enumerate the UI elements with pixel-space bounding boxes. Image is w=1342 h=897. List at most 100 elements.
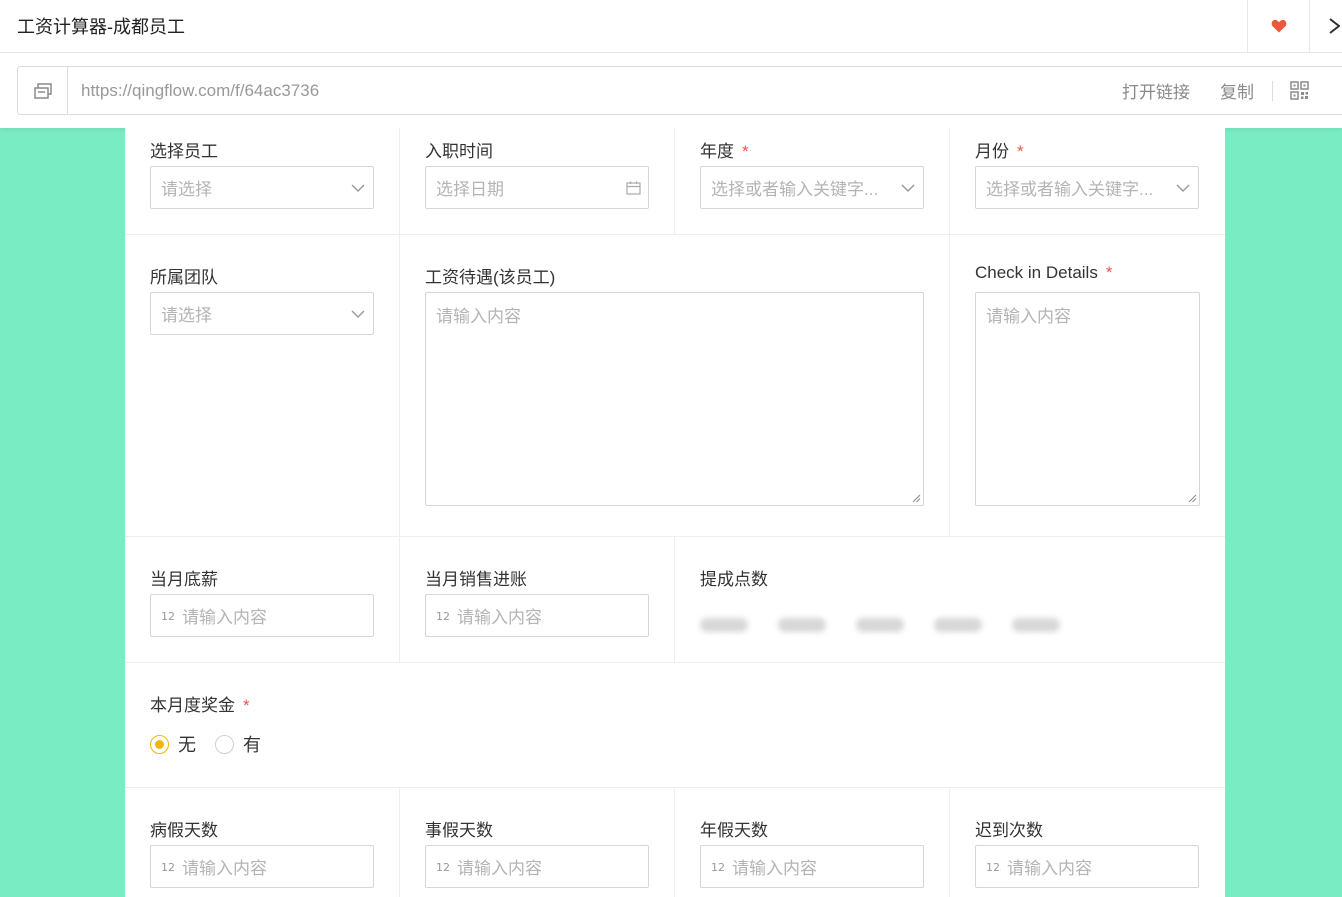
date-placeholder: 选择日期 [436, 180, 504, 199]
close-button[interactable] [1309, 0, 1342, 53]
textarea-placeholder: 请输入内容 [986, 307, 1071, 326]
window-title: 工资计算器-成都员工 [17, 17, 185, 37]
qr-code-button[interactable] [1290, 81, 1309, 100]
field-sick-days: 病假天数 123 请输入内容 [125, 788, 400, 897]
commission-options-blurred[interactable] [700, 612, 1110, 638]
team-select[interactable]: 请选择 [150, 292, 374, 335]
month-select[interactable]: 选择或者输入关键字... [975, 166, 1199, 209]
select-placeholder: 请选择 [161, 306, 212, 325]
field-hire-date: 入职时间 选择日期 [400, 128, 675, 234]
field-label: 当月底薪 [150, 570, 218, 589]
divider [1272, 80, 1273, 101]
field-late-count: 迟到次数 123 请输入内容 [950, 788, 1225, 897]
resize-grip-icon[interactable] [1188, 494, 1197, 503]
share-link-bar: https://qingflow.com/f/64ac3736 打开链接 复制 [0, 53, 1342, 128]
label-text: Check in Details [975, 263, 1098, 282]
bonus-radio-group: 无 有 [150, 731, 280, 757]
radio-option-yes[interactable]: 有 [215, 731, 261, 757]
personal-days-input[interactable]: 123 请输入内容 [425, 845, 649, 888]
window-copy-icon [33, 82, 52, 99]
field-label: 月份 * [975, 137, 1024, 162]
svg-text:123: 123 [436, 610, 451, 622]
required-mark: * [243, 696, 250, 715]
chevron-down-icon [343, 184, 373, 192]
svg-text:123: 123 [436, 861, 451, 873]
field-label: 年假天数 [700, 821, 768, 840]
select-placeholder: 选择或者输入关键字... [711, 180, 879, 199]
resize-grip-icon[interactable] [912, 494, 921, 503]
salary-form: 选择员工 请选择 入职时间 选择日期 年度 * 选择或者输入关键字... 月份 … [125, 128, 1225, 897]
chevron-down-icon [1168, 184, 1198, 192]
field-label: 本月度奖金 * [150, 691, 250, 716]
copy-button[interactable]: 复制 [1220, 78, 1254, 103]
late-count-input[interactable]: 123 请输入内容 [975, 845, 1199, 888]
number-icon: 123 [426, 609, 451, 622]
textarea-placeholder: 请输入内容 [436, 307, 521, 326]
form-row: 病假天数 123 请输入内容 事假天数 123 请输入内容 年假天数 123 [125, 788, 1225, 897]
form-row: 所属团队 请选择 工资待遇(该员工) 请输入内容 Check in Detail… [125, 235, 1225, 537]
svg-text:123: 123 [161, 861, 176, 873]
year-select[interactable]: 选择或者输入关键字... [700, 166, 924, 209]
blurred-option [778, 618, 826, 632]
input-placeholder: 请输入内容 [457, 859, 542, 878]
chevron-down-icon [893, 184, 923, 192]
field-label: 所属团队 [150, 268, 218, 287]
field-label: 病假天数 [150, 821, 218, 840]
favorite-button[interactable] [1247, 0, 1309, 53]
field-label: 提成点数 [700, 570, 768, 589]
field-label: 当月销售进账 [425, 570, 527, 589]
field-year: 年度 * 选择或者输入关键字... [675, 128, 950, 234]
radio-option-none[interactable]: 无 [150, 731, 196, 757]
field-employee: 选择员工 请选择 [125, 128, 400, 234]
field-base-salary: 当月底薪 123 请输入内容 [125, 537, 400, 662]
field-annual-bonus: 本月度奖金 * 无 有 [125, 663, 1225, 787]
input-placeholder: 请输入内容 [182, 608, 267, 627]
open-link-button[interactable]: 打开链接 [1122, 78, 1190, 103]
radio-label: 有 [243, 735, 261, 755]
blurred-option [700, 618, 748, 632]
base-salary-input[interactable]: 123 请输入内容 [150, 594, 374, 637]
number-icon: 123 [151, 860, 176, 873]
svg-text:123: 123 [161, 610, 176, 622]
field-annual-days: 年假天数 123 请输入内容 [675, 788, 950, 897]
sick-days-input[interactable]: 123 请输入内容 [150, 845, 374, 888]
share-url[interactable]: https://qingflow.com/f/64ac3736 [68, 81, 1122, 101]
input-placeholder: 请输入内容 [182, 859, 267, 878]
field-label: 工资待遇(该员工) [425, 268, 556, 287]
salary-terms-textarea[interactable]: 请输入内容 [425, 292, 924, 506]
calendar-icon [618, 181, 648, 195]
number-icon: 123 [151, 609, 176, 622]
hire-date-picker[interactable]: 选择日期 [425, 166, 649, 209]
field-label: 选择员工 [150, 142, 218, 161]
employee-select[interactable]: 请选择 [150, 166, 374, 209]
field-commission: 提成点数 [675, 537, 1225, 662]
annual-days-input[interactable]: 123 请输入内容 [700, 845, 924, 888]
form-row: 选择员工 请选择 入职时间 选择日期 年度 * 选择或者输入关键字... 月份 … [125, 128, 1225, 235]
input-placeholder: 请输入内容 [1007, 859, 1092, 878]
field-team: 所属团队 请选择 [125, 235, 400, 536]
close-icon [1329, 18, 1340, 34]
radio-checked-icon [150, 734, 169, 754]
title-bar: 工资计算器-成都员工 [0, 0, 1342, 53]
field-label: 迟到次数 [975, 821, 1043, 840]
select-placeholder: 请选择 [161, 180, 212, 199]
blurred-option [934, 618, 982, 632]
field-month: 月份 * 选择或者输入关键字... [950, 128, 1225, 234]
checkin-details-textarea[interactable]: 请输入内容 [975, 292, 1200, 506]
field-personal-days: 事假天数 123 请输入内容 [400, 788, 675, 897]
chevron-down-icon [343, 310, 373, 318]
sales-income-input[interactable]: 123 请输入内容 [425, 594, 649, 637]
blurred-option [1012, 618, 1060, 632]
url-box: https://qingflow.com/f/64ac3736 打开链接 复制 [17, 66, 1342, 115]
required-mark: * [1105, 263, 1113, 282]
form-row: 当月底薪 123 请输入内容 当月销售进账 123 请输入内容 提成点数 [125, 537, 1225, 663]
required-mark: * [742, 142, 749, 161]
number-icon: 123 [701, 860, 726, 873]
field-checkin-details: Check in Details * 请输入内容 [950, 235, 1225, 536]
blurred-option [856, 618, 904, 632]
radio-label: 无 [178, 735, 196, 755]
required-mark: * [1017, 142, 1024, 161]
input-placeholder: 请输入内容 [732, 859, 817, 878]
field-label: 年度 * [700, 137, 749, 162]
form-row: 本月度奖金 * 无 有 [125, 663, 1225, 788]
